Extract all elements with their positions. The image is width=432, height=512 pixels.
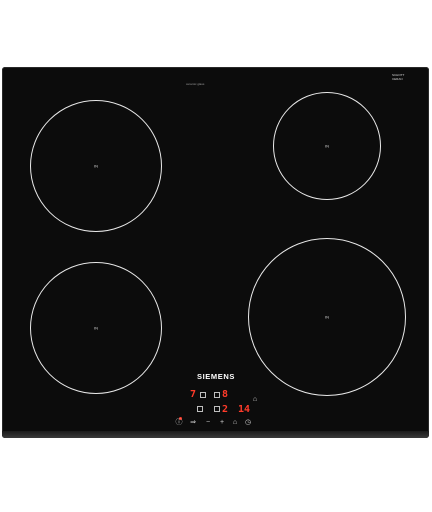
zone-mark: IN (325, 314, 329, 320)
power-level-display: 8 (222, 389, 229, 400)
power-level-display: 7 (190, 389, 197, 400)
plus-icon[interactable]: + (217, 419, 227, 427)
power-level-display: 2 (222, 404, 229, 415)
power-icon[interactable]: ⓘ (174, 419, 184, 427)
brand-logo: SIEMENS (197, 372, 235, 381)
timer-icon[interactable]: ◷ (243, 419, 253, 427)
certification-label: SCHOTT CERAN (392, 73, 405, 81)
zone-mark: IN (94, 163, 98, 169)
bell-icon[interactable]: ⌂ (251, 396, 259, 404)
zone-indicator (214, 392, 220, 398)
minus-icon[interactable]: − (203, 419, 213, 427)
child-lock-icon[interactable]: ⌂ (230, 419, 240, 427)
zone-indicator (200, 392, 206, 398)
zone-mark: IN (325, 143, 329, 149)
zone-select-icon[interactable]: ⇒ (188, 419, 198, 427)
cooking-zone-rear-right: IN (273, 92, 381, 200)
zone-indicator (197, 406, 203, 412)
zone-indicator (214, 406, 220, 412)
timer-display: 14 (238, 404, 251, 415)
zone-mark: IN (94, 325, 98, 331)
cooktop-front-edge (2, 431, 429, 438)
top-small-label: ceramic glass (186, 82, 205, 86)
cooking-zone-front-left: IN (30, 100, 162, 232)
